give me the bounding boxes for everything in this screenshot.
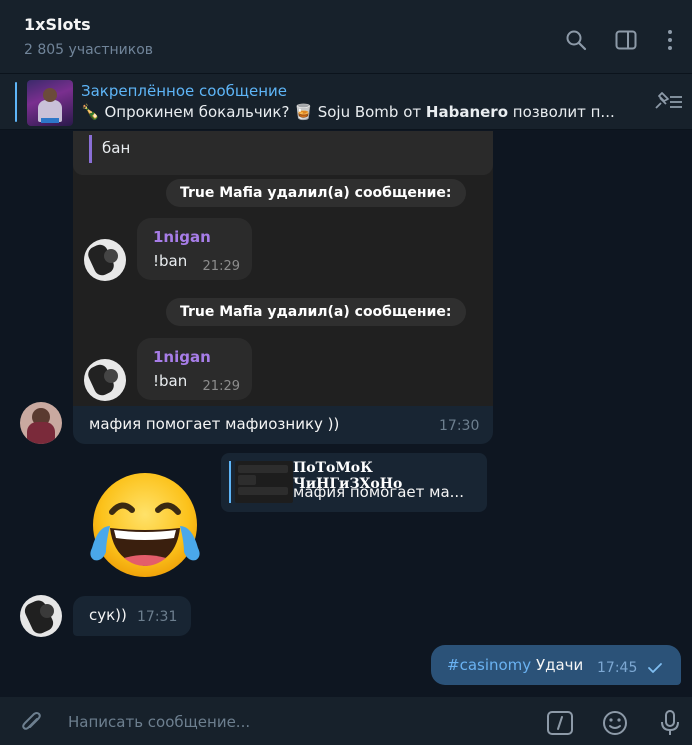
quote-bar (89, 135, 92, 163)
hashtag-link[interactable]: #casinomy (447, 656, 531, 674)
message-time: 21:29 (202, 379, 240, 394)
pinned-title: Закреплённое сообщение (81, 82, 288, 100)
sender-name: 1nigan (153, 228, 211, 246)
message-body: Удачи (535, 656, 584, 674)
message-composer[interactable]: Написать сообщение... (0, 697, 692, 745)
sender-name: 1nigan (153, 348, 211, 366)
member-count: 2 805 участников (24, 42, 154, 58)
attach-paperclip-icon[interactable] (18, 709, 46, 737)
screenshot-quote-bubble (73, 131, 493, 175)
message-time: 17:45 (597, 660, 638, 676)
pinned-message-bar[interactable]: Закреплённое сообщение 🍾 Опрокинем бокал… (0, 74, 692, 130)
message-text: !ban (153, 252, 188, 270)
avatar (84, 239, 126, 281)
more-menu-icon[interactable] (658, 28, 682, 52)
screenshot-message: 1nigan !ban 21:29 (137, 338, 252, 400)
tumbler-emoji: 🥃 (294, 103, 313, 121)
avatar[interactable] (20, 402, 62, 444)
message-text: мафия помогает мафиознику )) (89, 415, 340, 433)
pinned-text: 🍾 Опрокинем бокальчик? 🥃 Soju Bomb от Ha… (81, 103, 615, 121)
tears-of-joy-emoji-sticker[interactable] (84, 466, 206, 588)
message-time: 17:30 (439, 418, 480, 434)
message-text: сук)) (89, 606, 127, 624)
message-bubble[interactable]: сук)) 17:31 (73, 596, 191, 636)
reply-message[interactable]: ПоТоМоК ЧиНГиЗХоНо мафия помогает ма... (221, 453, 487, 512)
bot-commands-icon[interactable] (546, 709, 574, 737)
reply-indicator (229, 461, 231, 503)
sent-check-icon (648, 663, 662, 673)
message-input[interactable]: Написать сообщение... (68, 713, 250, 731)
emoji-icon[interactable] (601, 709, 629, 737)
avatar (84, 359, 126, 401)
champagne-emoji: 🍾 (81, 103, 100, 121)
avatar[interactable] (20, 595, 62, 637)
service-message: True Mafia удалил(а) сообщение: (166, 179, 466, 207)
message-time: 17:31 (137, 609, 178, 625)
pinned-text-a: Опрокинем бокальчик? (104, 103, 290, 121)
outgoing-message-bubble[interactable]: #casinomy Удачи 17:45 (431, 645, 681, 685)
message-text: !ban (153, 372, 188, 390)
reply-text: мафия помогает ма... (293, 483, 464, 501)
message-text: #casinomy Удачи (447, 656, 583, 674)
pinned-indicator (15, 82, 17, 122)
message-time: 21:29 (202, 259, 240, 274)
pinned-text-b: Soju Bomb от (317, 103, 422, 121)
sidebar-toggle-icon[interactable] (614, 28, 638, 52)
chat-title[interactable]: 1xSlots (24, 15, 91, 34)
chat-header[interactable]: 1xSlots 2 805 участников (0, 0, 692, 74)
pinned-text-bold: Habanero (425, 103, 509, 121)
message-bubble[interactable]: мафия помогает мафиознику )) 17:30 (73, 406, 493, 444)
pinned-text-c: позволит п... (512, 103, 615, 121)
microphone-icon[interactable] (656, 709, 684, 737)
message-list[interactable]: бан True Mafia удалил(а) сообщение: 1nig… (0, 131, 692, 697)
pinned-thumbnail (27, 80, 73, 126)
unpin-list-icon[interactable] (650, 90, 684, 114)
search-icon[interactable] (564, 28, 588, 52)
screenshot-message: 1nigan !ban 21:29 (137, 218, 252, 280)
service-message: True Mafia удалил(а) сообщение: (166, 298, 466, 326)
screenshot-quote-text: бан (102, 139, 131, 157)
reply-thumbnail (235, 461, 293, 503)
